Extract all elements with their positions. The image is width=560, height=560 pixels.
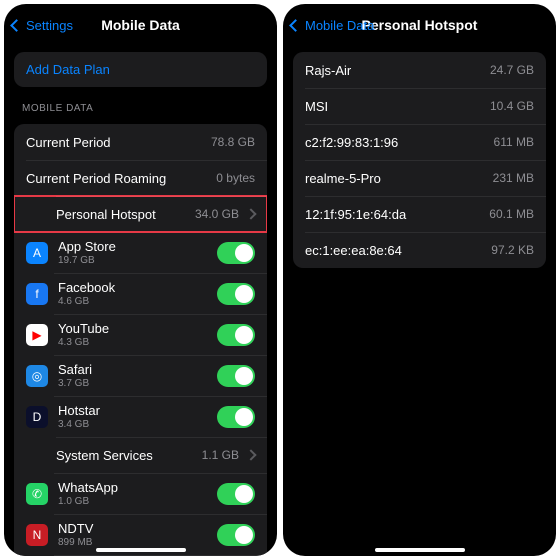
app-name: YouTube [58, 321, 217, 336]
back-label: Settings [26, 18, 73, 33]
page-title: Personal Hotspot [362, 17, 478, 33]
scroll-area[interactable]: Add Data Plan MOBILE DATA Current Period… [4, 46, 277, 556]
client-name: Rajs-Air [305, 63, 351, 78]
home-indicator[interactable] [375, 548, 465, 552]
row-label: Current Period [26, 135, 111, 150]
chevron-right-icon [245, 208, 256, 219]
app-usage: 1.0 GB [58, 496, 217, 507]
client-usage: 10.4 GB [490, 99, 534, 113]
app-name: WhatsApp [58, 480, 217, 495]
app-icon: f [26, 283, 48, 305]
personal-hotspot-row[interactable]: Personal Hotspot 34.0 GB [14, 196, 267, 232]
current-period-row[interactable]: Current Period 78.8 GB [14, 124, 267, 160]
add-plan-group: Add Data Plan [14, 52, 267, 87]
client-row[interactable]: Rajs-Air 24.7 GB [293, 52, 546, 88]
app-label-stack: Hotstar3.4 GB [58, 403, 217, 430]
app-usage: 3.7 GB [58, 378, 217, 389]
app-label-stack: NDTV899 MB [58, 521, 217, 548]
app-row[interactable]: D Hotstar3.4 GB [14, 396, 267, 437]
app-toggle[interactable] [217, 283, 255, 305]
client-name: 12:1f:95:1e:64:da [305, 207, 406, 222]
app-icon: ◎ [26, 365, 48, 387]
app-icon: N [26, 524, 48, 546]
chevron-left-icon [12, 19, 24, 31]
home-indicator[interactable] [96, 548, 186, 552]
chevron-left-icon [291, 19, 303, 31]
back-button[interactable]: Mobile Data [291, 18, 374, 33]
app-icon: A [26, 242, 48, 264]
app-toggle[interactable] [217, 483, 255, 505]
add-data-plan-button[interactable]: Add Data Plan [14, 52, 267, 87]
app-usage: 4.6 GB [58, 296, 217, 307]
row-value: 34.0 GB [195, 207, 239, 221]
client-name: realme-5-Pro [305, 171, 381, 186]
clients-group: Rajs-Air 24.7 GB MSI 10.4 GB c2:f2:99:83:1:9… [293, 52, 546, 268]
app-usage: 19.7 GB [58, 255, 217, 266]
row-value: 1.1 GB [202, 448, 239, 462]
app-toggle[interactable] [217, 242, 255, 264]
client-usage: 97.2 KB [491, 243, 534, 257]
app-row[interactable]: ✆ WhatsApp1.0 GB [14, 473, 267, 514]
app-row[interactable]: ▶ YouTube4.3 GB [14, 314, 267, 355]
phone-left: Settings Mobile Data Add Data Plan MOBIL… [4, 4, 277, 556]
app-name: Hotstar [58, 403, 217, 418]
app-toggle[interactable] [217, 406, 255, 428]
client-usage: 231 MB [493, 171, 534, 185]
app-label-stack: YouTube4.3 GB [58, 321, 217, 348]
app-row[interactable]: EESPNcricinfo873 MB [14, 555, 267, 556]
client-name: ec:1:ee:ea:8e:64 [305, 243, 402, 258]
system-services-row[interactable]: System Services 1.1 GB [14, 437, 267, 473]
app-name: Safari [58, 362, 217, 377]
client-name: c2:f2:99:83:1:96 [305, 135, 398, 150]
navbar: Mobile Data Personal Hotspot [283, 4, 556, 46]
app-name: NDTV [58, 521, 217, 536]
chevron-right-icon [245, 449, 256, 460]
app-icon: ▶ [26, 324, 48, 346]
app-label-stack: WhatsApp1.0 GB [58, 480, 217, 507]
row-label: System Services [56, 448, 153, 463]
client-row[interactable]: realme-5-Pro 231 MB [293, 160, 546, 196]
app-icon: D [26, 406, 48, 428]
client-usage: 24.7 GB [490, 63, 534, 77]
back-button[interactable]: Settings [12, 18, 73, 33]
roaming-row[interactable]: Current Period Roaming 0 bytes [14, 160, 267, 196]
client-usage: 611 MB [494, 135, 534, 149]
row-label: Current Period Roaming [26, 171, 166, 186]
app-row[interactable]: f Facebook4.6 GB [14, 273, 267, 314]
row-value: 78.8 GB [211, 135, 255, 149]
app-name: App Store [58, 239, 217, 254]
app-label-stack: Facebook4.6 GB [58, 280, 217, 307]
client-row[interactable]: c2:f2:99:83:1:96 611 MB [293, 124, 546, 160]
app-icon: ✆ [26, 483, 48, 505]
client-row[interactable]: 12:1f:95:1e:64:da 60.1 MB [293, 196, 546, 232]
app-name: Facebook [58, 280, 217, 295]
app-usage: 4.3 GB [58, 337, 217, 348]
app-toggle[interactable] [217, 324, 255, 346]
page-title: Mobile Data [101, 17, 180, 33]
section-header-mobile-data: MOBILE DATA [4, 93, 277, 118]
navbar: Settings Mobile Data [4, 4, 277, 46]
app-label-stack: App Store19.7 GB [58, 239, 217, 266]
client-name: MSI [305, 99, 328, 114]
client-row[interactable]: MSI 10.4 GB [293, 88, 546, 124]
usage-group: Current Period 78.8 GB Current Period Ro… [14, 124, 267, 556]
app-row[interactable]: ◎ Safari3.7 GB [14, 355, 267, 396]
back-label: Mobile Data [305, 18, 374, 33]
phone-right: Mobile Data Personal Hotspot Rajs-Air 24.… [283, 4, 556, 556]
app-usage: 899 MB [58, 537, 217, 548]
app-usage: 3.4 GB [58, 419, 217, 430]
scroll-area[interactable]: Rajs-Air 24.7 GB MSI 10.4 GB c2:f2:99:83:1:9… [283, 46, 556, 556]
client-row[interactable]: ec:1:ee:ea:8e:64 97.2 KB [293, 232, 546, 268]
app-row[interactable]: A App Store19.7 GB [14, 232, 267, 273]
app-toggle[interactable] [217, 524, 255, 546]
app-toggle[interactable] [217, 365, 255, 387]
row-label: Personal Hotspot [56, 207, 156, 222]
row-value: 0 bytes [216, 171, 255, 185]
client-usage: 60.1 MB [489, 207, 534, 221]
app-label-stack: Safari3.7 GB [58, 362, 217, 389]
